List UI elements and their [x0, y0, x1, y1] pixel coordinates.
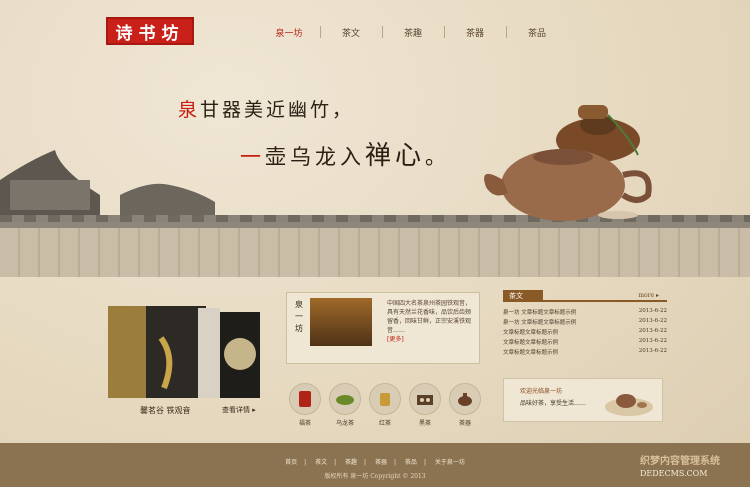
watermark-line-2: DEDECMS.COM: [640, 469, 708, 478]
nav-label: 泉一坊: [275, 29, 303, 39]
category-label: 福茶: [298, 420, 311, 427]
nav-item-ware[interactable]: 茶器: [444, 26, 507, 39]
footer-link[interactable]: 茶文: [315, 459, 327, 466]
watermark: 织梦内容管理系统 DEDECMS.COM: [640, 452, 750, 487]
article-title: 文章标题文章标题示例: [503, 350, 559, 356]
articles-more-link[interactable]: more ▸: [638, 292, 659, 299]
product-more-link[interactable]: 查看详情 ▸: [222, 405, 256, 415]
footer-link[interactable]: 茶品: [405, 459, 417, 466]
tea-set-photo: [605, 394, 653, 416]
list-item[interactable]: 文章标题文章标题示例 2013-6-22: [503, 328, 667, 338]
nav-item-fun[interactable]: 茶趣: [382, 26, 445, 39]
article-date: 2013-6-22: [638, 338, 667, 344]
category-item[interactable]: 红茶: [365, 383, 405, 427]
list-item[interactable]: 文章标题文章标题示例 2013-6-22: [503, 338, 667, 348]
articles-header: 茶文 more ▸: [503, 290, 667, 302]
hero-line-1-first: 泉: [178, 99, 201, 121]
watermark-line-1: 织梦内容管理系统: [640, 456, 720, 467]
footer-link[interactable]: 首页: [285, 459, 297, 466]
promo-text: 品味好茶，享受生活……: [520, 400, 587, 407]
glass-cup-icon: [369, 383, 401, 415]
article-date: 2013-6-22: [638, 328, 667, 334]
footer-copyright: 版权所有 泉一坊 Copyright © 2013: [324, 473, 426, 480]
article-date: 2013-6-22: [638, 348, 667, 354]
footer-link[interactable]: 茶趣: [345, 459, 357, 466]
product-tea-box-image[interactable]: [106, 298, 266, 402]
footer-links: 首页 | 茶文 | 茶趣 | 茶器 | 茶品 | 关于泉一坊: [285, 459, 465, 466]
category-label: 黑茶: [418, 420, 431, 427]
article-title: 文章标题文章标题示例: [503, 340, 559, 346]
nav-item-home[interactable]: 泉一坊: [258, 26, 321, 39]
hero-line-2-big: 禅心: [365, 141, 426, 171]
category-label: 茶器: [458, 420, 471, 427]
shop-title: 泉一坊: [295, 300, 303, 333]
category-label: 红茶: [378, 420, 391, 427]
list-item[interactable]: 文章标题文章标题示例 2013-6-22: [503, 348, 667, 358]
hero-line-2-first: 一: [240, 145, 265, 169]
article-title: 泉一坊 文章标题文章标题示例: [503, 310, 577, 316]
main-nav: 泉一坊 茶文 茶趣 茶器 茶品: [258, 26, 568, 39]
tea-set-icon: [409, 383, 441, 415]
footer-link[interactable]: 关于泉一坊: [435, 459, 465, 466]
tab-articles[interactable]: 茶文: [503, 290, 543, 302]
shop-intro-box: 泉一坊 中国四大名茶泉州茶园铁观音，具有天然兰花香味，品饮后齿颊留香，回味甘鲜，…: [286, 292, 480, 364]
site-logo[interactable]: 诗书坊: [106, 17, 194, 45]
article-date: 2013-6-22: [638, 308, 667, 314]
article-title: 泉一坊 文章标题文章标题示例: [503, 320, 577, 326]
product-caption: 馨茗谷 铁观音: [140, 406, 191, 415]
list-item[interactable]: 泉一坊 文章标题文章标题示例 2013-6-22: [503, 308, 667, 318]
category-item[interactable]: 福茶: [285, 383, 325, 427]
nav-label: 茶器: [465, 29, 484, 39]
category-item[interactable]: 黑茶: [405, 383, 445, 427]
promo-box[interactable]: 欢迎光临泉一坊 品味好茶，享受生活……: [503, 378, 663, 422]
nav-label: 茶文: [341, 29, 360, 39]
shop-more-link[interactable]: [更多]: [387, 335, 475, 344]
hero-line-2: 一壶乌龙入禅心。: [240, 135, 450, 172]
nav-label: 茶趣: [403, 29, 422, 39]
shop-description: 中国四大名茶泉州茶园铁观音，具有天然兰花香味，品饮后齿颊留香，回味甘鲜，正宗安溪…: [387, 299, 475, 344]
list-item[interactable]: 泉一坊 文章标题文章标题示例 2013-6-22: [503, 318, 667, 328]
article-title: 文章标题文章标题示例: [503, 330, 559, 336]
shop-photo[interactable]: [310, 298, 372, 346]
site-footer: 首页 | 茶文 | 茶趣 | 茶器 | 茶品 | 关于泉一坊 版权所有 泉一坊 Copyr…: [0, 443, 750, 487]
hero-line-2-rest: 壶乌龙入: [265, 145, 365, 169]
shop-description-text: 中国四大名茶泉州茶园铁观音，具有天然兰花香味，品饮后齿颊留香，回味甘鲜，正宗安溪…: [387, 300, 472, 334]
category-list: 福茶 乌龙茶 红茶 黑茶 茶器: [285, 383, 485, 427]
nav-label: 茶品: [527, 29, 546, 39]
hero-line-1-rest: 甘器美近幽竹，: [200, 99, 355, 121]
tea-can-icon: [289, 383, 321, 415]
teapot-illustration: [484, 105, 652, 221]
promo-title: 欢迎光临泉一坊: [520, 388, 563, 395]
footer-link[interactable]: 茶器: [375, 459, 387, 466]
articles-list: 泉一坊 文章标题文章标题示例 2013-6-22 泉一坊 文章标题文章标题示例 …: [503, 308, 667, 358]
category-item[interactable]: 乌龙茶: [325, 383, 365, 427]
category-label: 乌龙茶: [335, 420, 354, 427]
article-date: 2013-6-22: [638, 318, 667, 324]
hero-line-1: 泉甘器美近幽竹，: [178, 95, 354, 122]
nav-item-articles[interactable]: 茶文: [320, 26, 383, 39]
tea-cup-icon: [329, 383, 361, 415]
hero-line-2-end: 。: [425, 145, 451, 169]
teapot-icon: [449, 383, 481, 415]
category-item[interactable]: 茶器: [445, 383, 485, 427]
nav-item-products[interactable]: 茶品: [506, 26, 568, 39]
articles-panel: 茶文 more ▸ 泉一坊 文章标题文章标题示例 2013-6-22 泉一坊 文…: [503, 290, 667, 362]
